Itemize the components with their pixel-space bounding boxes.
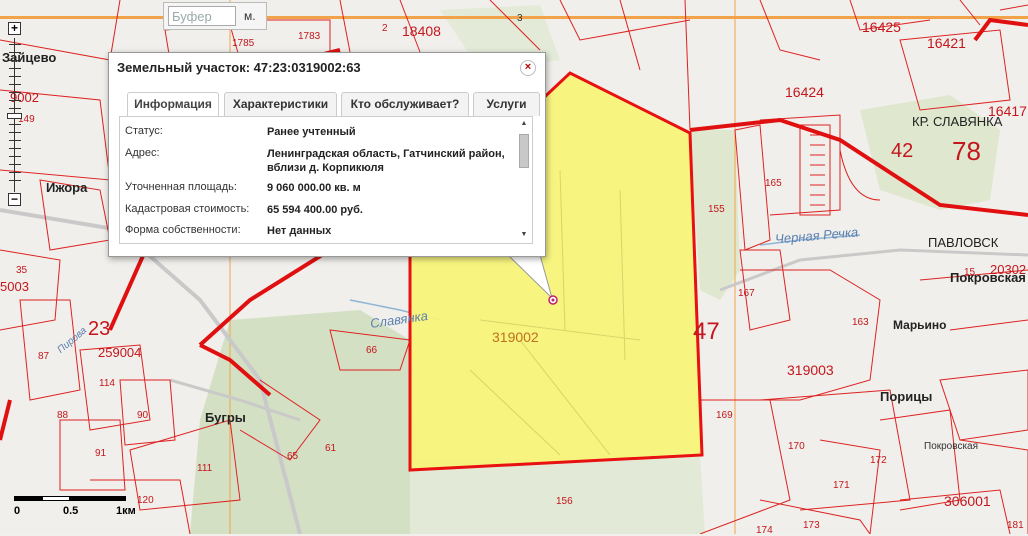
parcel-label: 172 [870, 455, 887, 466]
place-label: Бугры [205, 410, 246, 425]
scrollbar[interactable]: ▲ ▼ [518, 119, 530, 240]
region-label: 42 [891, 140, 914, 162]
parcel-label: 163 [852, 317, 869, 328]
tab-information[interactable]: Информация [127, 92, 219, 117]
address-value: Ленинградская область, Гатчинский район,… [267, 148, 505, 174]
tab-who-serves[interactable]: Кто обслуживает? [341, 92, 469, 116]
zoom-slider-handle[interactable] [7, 113, 22, 119]
tab-content: Статус: Ранее учтенный Адрес: Ленинградс… [119, 116, 533, 244]
ownership-label: Форма собственности: [125, 224, 241, 236]
parcel-label: 111 [197, 463, 213, 474]
scale-label: 0 [14, 505, 21, 517]
ownership-value: Нет данных [267, 225, 332, 237]
zoom-control: + − [7, 22, 22, 208]
parcel-label: 87 [38, 351, 50, 362]
status-label: Статус: [125, 125, 163, 137]
quarter-label: 16425 [862, 19, 901, 35]
area-value: 9 060 000.00 кв. м [267, 182, 361, 194]
parcel-label: 1785 [232, 38, 255, 49]
parcel-label: 88 [57, 410, 69, 421]
parcel-label: 90 [137, 410, 149, 421]
quarter-label: 20302 [990, 262, 1027, 277]
parcel-label: 61 [325, 443, 337, 454]
parcel-label: 15 [964, 267, 976, 278]
cadastral-value-label: Кадастровая стоимость: [125, 203, 250, 215]
quarter-label: 319003 [787, 362, 834, 378]
quarter-label: 16417 [988, 103, 1027, 119]
quarter-label: 16424 [785, 84, 824, 100]
quarter-label: 16421 [927, 35, 966, 51]
quarter-label: 18408 [402, 23, 441, 39]
parcel-label: 66 [366, 345, 378, 356]
place-label: Ижора [46, 180, 88, 195]
scale-label: 1км [116, 505, 136, 517]
address-label: Адрес: [125, 147, 160, 159]
tab-services[interactable]: Услуги [473, 92, 540, 116]
parcel-info-popup: Земельный участок: 47:23:0319002:63 × Ин… [108, 52, 546, 257]
region-label: 23 [88, 318, 111, 340]
parcel-label: 167 [738, 288, 755, 299]
parcel-label: 171 [833, 480, 850, 491]
parcel-label: 155 [708, 204, 725, 215]
parcel-label: 35 [16, 265, 28, 276]
road-number-label: 3 [517, 13, 523, 24]
parcel-label: 173 [803, 520, 820, 531]
scale-bar: 0 0.5 1км [14, 493, 136, 523]
quarter-label: 259004 [98, 345, 142, 360]
region-label: 47 [693, 318, 720, 345]
parcel-label: 5003 [0, 279, 29, 294]
buffer-control: м. [163, 2, 267, 30]
quarter-label: 319002 [492, 329, 539, 345]
parcel-label: 114 [99, 378, 115, 389]
place-label: Марьино [893, 318, 947, 332]
quarter-label: 306001 [944, 493, 991, 509]
scale-label: 0.5 [63, 505, 79, 517]
parcel-label: 2 [382, 23, 388, 34]
popup-title: Земельный участок: 47:23:0319002:63 [117, 60, 361, 75]
parcel-label: 120 [137, 495, 154, 506]
scroll-up-icon[interactable]: ▲ [518, 119, 530, 129]
parcel-label: 174 [756, 525, 773, 536]
zoom-out-button[interactable]: − [8, 193, 21, 206]
parcel-label: 170 [788, 441, 805, 452]
parcel-label: 169 [716, 410, 733, 421]
parcel-label: 1783 [298, 31, 321, 42]
parcel-label: 65 [287, 451, 299, 462]
buffer-unit-label: м. [244, 9, 256, 23]
parcel-label: 156 [556, 496, 573, 507]
scroll-down-icon[interactable]: ▼ [518, 230, 530, 240]
place-label: Порицы [880, 389, 933, 404]
zoom-in-button[interactable]: + [8, 22, 21, 35]
scrollbar-thumb[interactable] [519, 134, 529, 168]
parcel-label: 165 [765, 178, 782, 189]
parcel-label: 181 [1007, 520, 1024, 531]
cadastral-value: 65 594 400.00 руб. [267, 204, 363, 216]
parcel-label: 91 [95, 448, 107, 459]
place-label: Покровская [924, 441, 979, 452]
area-label: Уточненная площадь: [125, 181, 237, 193]
region-label: 78 [952, 136, 981, 166]
buffer-input[interactable] [168, 6, 236, 26]
place-label: ПАВЛОВСК [928, 235, 999, 250]
close-icon[interactable]: × [520, 60, 536, 76]
tab-characteristics[interactable]: Характеристики [224, 92, 337, 116]
status-value: Ранее учтенный [267, 126, 356, 138]
